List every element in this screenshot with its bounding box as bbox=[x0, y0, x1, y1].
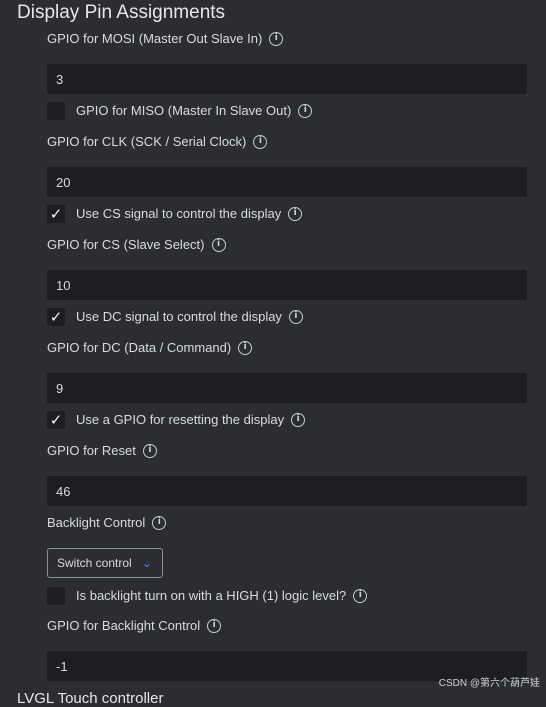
cs-value: 10 bbox=[56, 277, 71, 293]
dc-label-row: GPIO for DC (Data / Command) i bbox=[47, 340, 253, 355]
clk-label-row: GPIO for CLK (SCK / Serial Clock) i bbox=[47, 134, 268, 149]
use-reset-label-row: Use a GPIO for resetting the display i bbox=[76, 412, 306, 427]
miso-label: GPIO for MISO (Master In Slave Out) bbox=[76, 103, 292, 118]
use-reset-checkbox[interactable]: ✓ bbox=[47, 411, 65, 429]
info-icon[interactable]: i bbox=[298, 103, 313, 118]
info-icon[interactable]: i bbox=[238, 340, 253, 355]
dc-label: GPIO for DC (Data / Command) bbox=[47, 340, 232, 355]
info-icon[interactable]: i bbox=[288, 309, 303, 324]
use-dc-checkbox[interactable]: ✓ bbox=[47, 308, 65, 326]
backlight-gpio-label-row: GPIO for Backlight Control i bbox=[47, 618, 222, 633]
cs-input[interactable]: 10 bbox=[47, 270, 527, 300]
clk-label: GPIO for CLK (SCK / Serial Clock) bbox=[47, 134, 247, 149]
use-dc-label: Use DC signal to control the display bbox=[76, 309, 282, 324]
chevron-down-icon: ⌄ bbox=[141, 556, 152, 570]
reset-label: GPIO for Reset bbox=[47, 443, 136, 458]
backlight-high-label: Is backlight turn on with a HIGH (1) log… bbox=[76, 588, 347, 603]
backlight-control-select[interactable]: Switch control ⌄ bbox=[47, 548, 163, 578]
info-icon[interactable]: i bbox=[253, 134, 268, 149]
use-cs-label: Use CS signal to control the display bbox=[76, 206, 282, 221]
miso-label-row: GPIO for MISO (Master In Slave Out) i bbox=[76, 103, 313, 118]
mosi-value: 3 bbox=[56, 71, 64, 87]
info-icon[interactable]: i bbox=[207, 618, 222, 633]
use-cs-checkbox[interactable]: ✓ bbox=[47, 205, 65, 223]
reset-value: 46 bbox=[56, 483, 71, 499]
backlight-control-label-row: Backlight Control i bbox=[47, 515, 167, 530]
section-title: Display Pin Assignments bbox=[17, 2, 226, 23]
backlight-high-checkbox[interactable] bbox=[47, 587, 65, 605]
backlight-high-label-row: Is backlight turn on with a HIGH (1) log… bbox=[76, 588, 368, 603]
use-cs-label-row: Use CS signal to control the display i bbox=[76, 206, 303, 221]
backlight-gpio-label: GPIO for Backlight Control bbox=[47, 618, 201, 633]
clk-input[interactable]: 20 bbox=[47, 167, 527, 197]
info-icon[interactable]: i bbox=[353, 588, 368, 603]
checkmark-icon: ✓ bbox=[49, 411, 63, 429]
info-icon[interactable]: i bbox=[152, 515, 167, 530]
backlight-control-selected: Switch control bbox=[57, 556, 132, 570]
use-reset-label: Use a GPIO for resetting the display bbox=[76, 412, 285, 427]
cs-label-row: GPIO for CS (Slave Select) i bbox=[47, 237, 226, 252]
mosi-label-row: GPIO for MOSI (Master Out Slave In) i bbox=[47, 31, 284, 46]
info-icon[interactable]: i bbox=[288, 206, 303, 221]
backlight-gpio-value: -1 bbox=[56, 658, 68, 674]
reset-label-row: GPIO for Reset i bbox=[47, 443, 157, 458]
reset-input[interactable]: 46 bbox=[47, 476, 527, 506]
mosi-label: GPIO for MOSI (Master Out Slave In) bbox=[47, 31, 263, 46]
clk-value: 20 bbox=[56, 174, 71, 190]
use-dc-label-row: Use DC signal to control the display i bbox=[76, 309, 303, 324]
dc-value: 9 bbox=[56, 380, 64, 396]
miso-checkbox[interactable] bbox=[47, 102, 65, 120]
info-icon[interactable]: i bbox=[291, 412, 306, 427]
info-icon[interactable]: i bbox=[211, 237, 226, 252]
info-icon[interactable]: i bbox=[142, 443, 157, 458]
checkmark-icon: ✓ bbox=[49, 308, 63, 326]
next-section-title: LVGL Touch controller bbox=[17, 690, 164, 707]
info-icon[interactable]: i bbox=[269, 31, 284, 46]
backlight-control-label: Backlight Control bbox=[47, 515, 146, 530]
checkmark-icon: ✓ bbox=[49, 205, 63, 223]
cs-label: GPIO for CS (Slave Select) bbox=[47, 237, 205, 252]
mosi-input[interactable]: 3 bbox=[47, 64, 527, 94]
watermark: CSDN @第六个葫芦娃 bbox=[438, 678, 540, 689]
dc-input[interactable]: 9 bbox=[47, 373, 527, 403]
